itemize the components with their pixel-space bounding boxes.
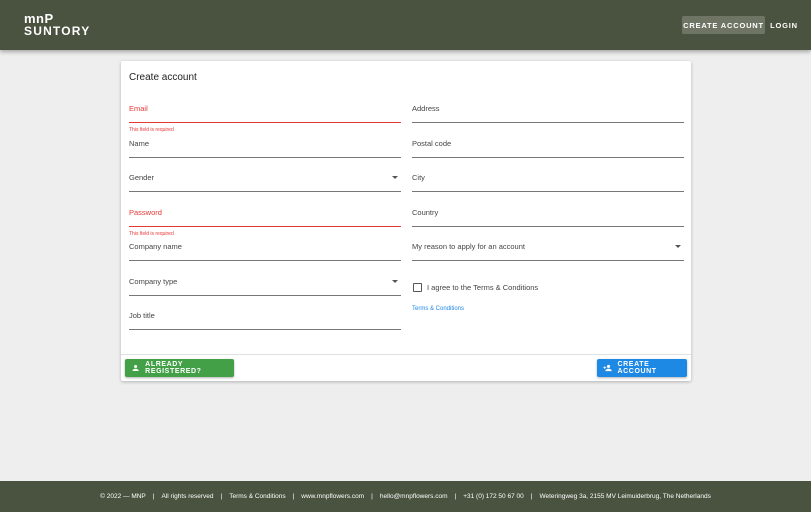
footer-separator: | — [220, 493, 223, 500]
name-field[interactable]: Name — [129, 138, 401, 158]
email-error: This field is required — [129, 127, 174, 133]
country-field[interactable]: Country — [412, 207, 684, 227]
company-name-label: Company name — [129, 242, 182, 251]
app-header: mnP SUNTORY CREATE ACCOUNT LOGIN — [0, 0, 811, 50]
terms-checkbox-label[interactable]: I agree to the Terms & Conditions — [427, 283, 538, 292]
country-label: Country — [412, 208, 439, 217]
postal-code-field[interactable]: Postal code — [412, 138, 684, 158]
already-registered-label: ALREADY REGISTERED? — [145, 361, 202, 375]
create-account-button[interactable]: CREATE ACCOUNT — [597, 359, 687, 377]
gender-select[interactable]: Gender — [129, 172, 401, 192]
brand-logo[interactable]: mnP SUNTORY — [24, 12, 90, 37]
footer-address: Weteringweg 3a, 2155 MV Leimuiderbrug, T… — [539, 493, 711, 500]
chevron-down-icon — [675, 245, 681, 248]
header-create-account-button[interactable]: CREATE ACCOUNT — [682, 16, 765, 34]
footer-separator: | — [530, 493, 533, 500]
footer-terms-link[interactable]: Terms & Conditions — [229, 493, 285, 500]
create-account-card: Create account Email This field is requi… — [121, 61, 691, 381]
city-label: City — [412, 173, 425, 182]
address-field[interactable]: Address — [412, 103, 684, 123]
company-type-select[interactable]: Company type — [129, 276, 401, 296]
footer-rights: All rights reserved — [161, 493, 214, 500]
footer-separator: | — [454, 493, 457, 500]
create-account-label: CREATE ACCOUNT — [617, 361, 657, 375]
gender-label: Gender — [129, 173, 155, 182]
footer-copyright: © 2022 — MNP — [100, 493, 146, 500]
password-label: Password — [129, 208, 162, 217]
job-title-field[interactable]: Job title — [129, 310, 401, 330]
terms-checkbox[interactable] — [413, 283, 422, 292]
address-label: Address — [412, 104, 440, 113]
postal-code-label: Postal code — [412, 139, 452, 148]
chevron-down-icon — [392, 280, 398, 283]
footer-phone: +31 (0) 172 50 67 00 — [463, 493, 524, 500]
job-title-label: Job title — [129, 311, 155, 320]
company-type-label: Company type — [129, 277, 178, 286]
footer-email-link[interactable]: hello@mnpflowers.com — [380, 493, 448, 500]
reason-label: My reason to apply for an account — [412, 242, 525, 251]
name-label: Name — [129, 139, 150, 148]
email-field[interactable]: Email — [129, 103, 401, 123]
footer-separator: | — [152, 493, 155, 500]
app-footer: © 2022 — MNP | All rights reserved | Ter… — [0, 481, 811, 512]
footer-website-link[interactable]: www.mnpflowers.com — [301, 493, 364, 500]
chevron-down-icon — [392, 176, 398, 179]
footer-separator: | — [371, 493, 373, 500]
card-divider — [121, 354, 691, 355]
already-registered-button[interactable]: ALREADY REGISTERED? — [125, 359, 234, 377]
terms-link[interactable]: Terms & Conditions — [412, 306, 464, 312]
company-name-field[interactable]: Company name — [129, 241, 401, 261]
footer-separator: | — [292, 493, 295, 500]
password-error: This field is required — [129, 231, 174, 237]
city-field[interactable]: City — [412, 172, 684, 192]
header-login-button[interactable]: LOGIN — [768, 16, 800, 34]
password-field[interactable]: Password — [129, 207, 401, 227]
logo-line-2: SUNTORY — [24, 24, 91, 38]
person-icon — [132, 364, 139, 372]
reason-select[interactable]: My reason to apply for an account — [412, 241, 684, 261]
email-label: Email — [129, 104, 148, 113]
card-title: Create account — [129, 72, 197, 83]
person-add-icon — [603, 364, 612, 372]
